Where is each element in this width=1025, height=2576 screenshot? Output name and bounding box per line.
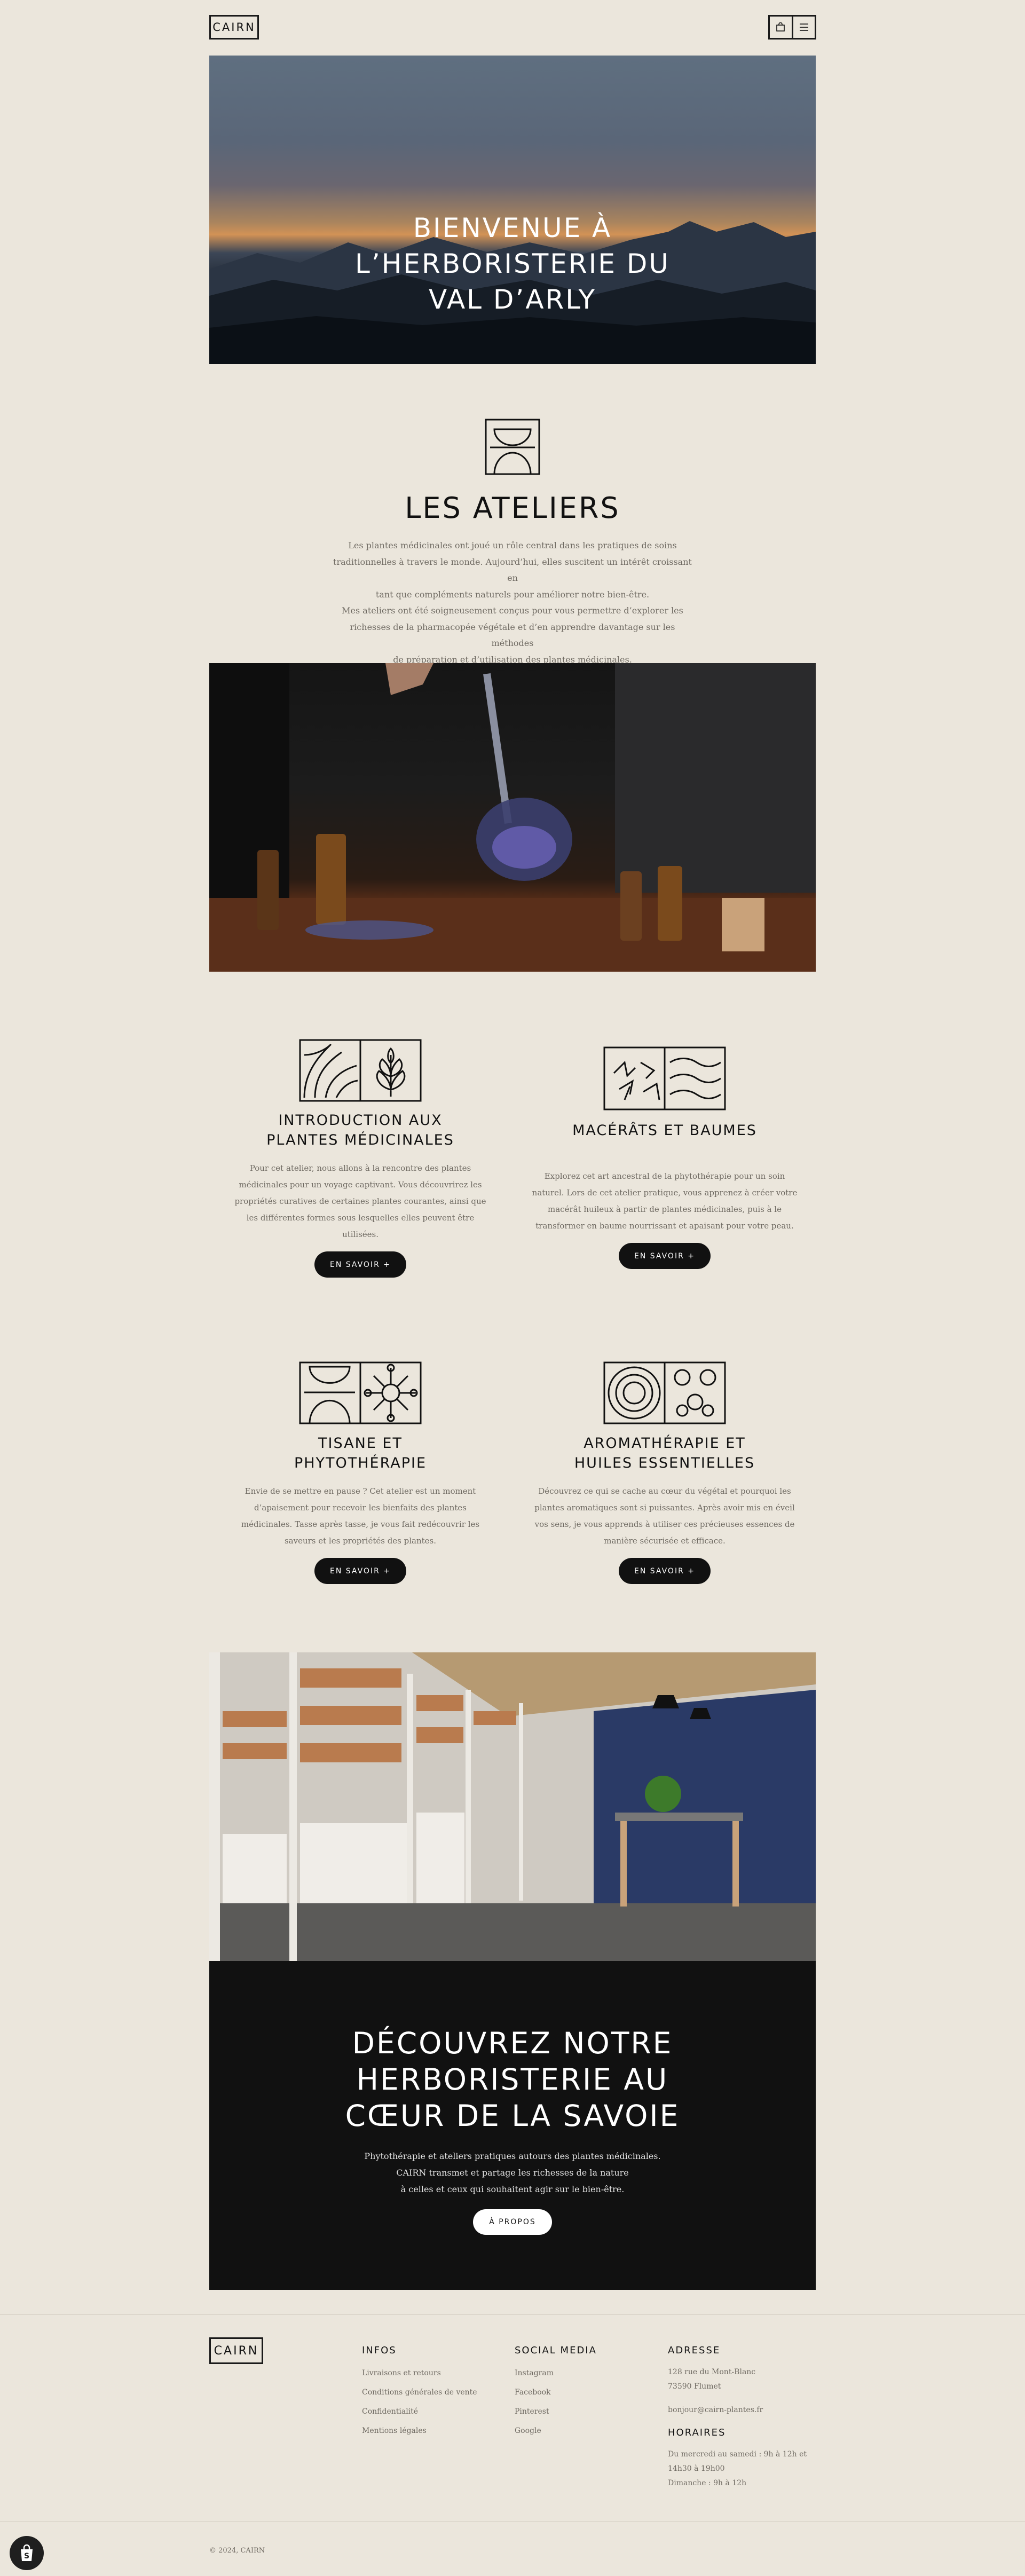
- section-title: LES ATELIERS: [405, 491, 620, 525]
- workshop-title-line: HUILES ESSENTIELLES: [574, 1455, 755, 1471]
- footer-link[interactable]: Conditions générales de vente: [362, 2388, 477, 2397]
- workshop-title-line: INTRODUCTION AUX: [278, 1112, 443, 1129]
- intro-line: Mes ateliers ont été soigneusement conçu…: [342, 605, 683, 616]
- discover-section: DÉCOUVREZ NOTRE HERBORISTERIE AU CŒUR DE…: [209, 1961, 816, 2290]
- bag-icon: [776, 22, 785, 31]
- description-line: transformer en baume nourrissant et apai…: [535, 1221, 794, 1231]
- discover-title-line: CŒUR DE LA SAVOIE: [345, 2099, 680, 2133]
- menu-button[interactable]: [791, 17, 815, 38]
- description-line: vos sens, je vous apprends à utiliser ce…: [534, 1519, 795, 1529]
- footer-divider: [0, 2314, 1025, 2315]
- social-link-google[interactable]: Google: [515, 2427, 541, 2435]
- hero-mountains-image: [209, 221, 816, 364]
- social-link-pinterest[interactable]: Pinterest: [515, 2407, 549, 2416]
- intro-line: traditionnelles à travers le monde. Aujo…: [333, 556, 692, 584]
- learn-more-button[interactable]: EN SAVOIR +: [314, 1558, 406, 1584]
- footer-heading-address: ADRESSE: [668, 2345, 721, 2356]
- learn-more-button[interactable]: EN SAVOIR +: [619, 1243, 711, 1269]
- description-line: plantes aromatiques sont si puissantes. …: [534, 1503, 795, 1512]
- workshop-title-line: TISANE ET: [318, 1435, 403, 1452]
- laboratory-photo: [209, 663, 816, 972]
- copyright: © 2024, CAIRN: [209, 2547, 265, 2555]
- discover-title-line: HERBORISTERIE AU: [356, 2062, 669, 2097]
- discover-description: Phytothérapie et ateliers pratiques auto…: [209, 2148, 816, 2197]
- mortar-icon: [485, 419, 540, 475]
- description-line: Pour cet atelier, nous allons à la renco…: [249, 1163, 471, 1173]
- shopping-bag-icon: S: [21, 2544, 33, 2561]
- learn-more-button[interactable]: EN SAVOIR +: [314, 1251, 406, 1278]
- footer-heading-social: SOCIAL MEDIA: [515, 2345, 597, 2356]
- workshop-title: INTRODUCTION AUX PLANTES MÉDICINALES: [209, 1110, 511, 1150]
- footer-address: 128 rue du Mont-Blanc 73590 Flumet: [668, 2365, 755, 2394]
- ateliers-intro: Les plantes médicinales ont joué un rôle…: [331, 538, 694, 668]
- workshop-title-line: PHYTOTHÉRAPIE: [294, 1455, 427, 1471]
- description-line: médicinales. Tasse après tasse, je vous …: [241, 1519, 480, 1529]
- footer-bottom-divider: [0, 2521, 1025, 2522]
- herbs-waves-icon: [603, 1046, 726, 1110]
- essential-oils-icon: [603, 1361, 726, 1424]
- social-link-instagram[interactable]: Instagram: [515, 2369, 554, 2377]
- learn-more-button[interactable]: EN SAVOIR +: [619, 1558, 711, 1584]
- social-link-facebook[interactable]: Facebook: [515, 2388, 551, 2397]
- description-line: les différentes formes sous lesquelles e…: [246, 1213, 475, 1223]
- description-line: naturel. Lors de cet atelier pratique, v…: [532, 1188, 798, 1198]
- shop-app-button[interactable]: S: [10, 2536, 44, 2570]
- discover-title: DÉCOUVREZ NOTRE HERBORISTERIE AU CŒUR DE…: [209, 2025, 816, 2134]
- footer-link[interactable]: Livraisons et retours: [362, 2369, 441, 2377]
- workshop-description: Envie de se mettre en pause ? Cet atelie…: [209, 1483, 511, 1549]
- discover-title-line: DÉCOUVREZ NOTRE: [352, 2026, 673, 2060]
- workshop-description: Pour cet atelier, nous allons à la renco…: [209, 1160, 511, 1243]
- menu-icon: [799, 23, 808, 31]
- discover-line: à celles et ceux qui souhaitent agir sur…: [400, 2184, 625, 2194]
- hero-title: BIENVENUE À L’HERBORISTERIE DU VAL D’ARL…: [209, 210, 816, 318]
- cart-button[interactable]: [770, 17, 792, 38]
- workshop-title: AROMATHÉRAPIE ET HUILES ESSENTIELLES: [514, 1433, 816, 1473]
- footer-heading-infos: INFOS: [362, 2345, 397, 2356]
- description-line: Envie de se mettre en pause ? Cet atelie…: [245, 1486, 476, 1496]
- header-actions: [768, 15, 816, 40]
- description-line: Découvrez ce qui se cache au cœur du vég…: [538, 1486, 791, 1496]
- shop-interior-photo: [209, 1652, 816, 1961]
- workshop-title-line: PLANTES MÉDICINALES: [266, 1132, 454, 1148]
- description-line: saveurs et les propriétés des plantes.: [284, 1536, 437, 1546]
- description-line: médicinales pour un voyage captivant. Vo…: [239, 1180, 482, 1189]
- description-line: macérât huileux à partir de plantes médi…: [548, 1204, 782, 1214]
- intro-line: tant que compléments naturels pour améli…: [375, 589, 650, 600]
- workshop-title-line: MACÉRÂTS ET BAUMES: [572, 1122, 757, 1139]
- hero-title-line: VAL D’ARLY: [428, 284, 597, 315]
- footer-logo[interactable]: CAIRN: [209, 2337, 263, 2364]
- svg-text:S: S: [24, 2552, 29, 2561]
- workshop-title: TISANE ET PHYTOTHÉRAPIE: [209, 1433, 511, 1473]
- discover-line: CAIRN transmet et partage les richesses …: [396, 2168, 629, 2178]
- description-line: Explorez cet art ancestral de la phytoth…: [544, 1171, 785, 1181]
- address-line: 128 rue du Mont-Blanc: [668, 2368, 756, 2376]
- plants-icon: [299, 1039, 422, 1102]
- footer-email-link[interactable]: bonjour@cairn-plantes.fr: [668, 2406, 763, 2414]
- about-button[interactable]: À PROPOS: [473, 2209, 552, 2235]
- workshop-title-line: AROMATHÉRAPIE ET: [584, 1435, 746, 1452]
- hero-banner: BIENVENUE À L’HERBORISTERIE DU VAL D’ARL…: [209, 56, 816, 364]
- hours-line: Du mercredi au samedi : 9h à 12h et: [668, 2450, 807, 2459]
- discover-line: Phytothérapie et ateliers pratiques auto…: [364, 2151, 661, 2161]
- footer-link[interactable]: Mentions légales: [362, 2427, 427, 2435]
- footer-link[interactable]: Confidentialité: [362, 2407, 418, 2416]
- description-line: utilisées.: [342, 1230, 379, 1239]
- description-line: propriétés curatives de certaines plante…: [234, 1196, 486, 1206]
- workshop-title: MACÉRÂTS ET BAUMES: [514, 1121, 816, 1140]
- description-line: d’apaisement pour recevoir les bienfaits…: [254, 1503, 467, 1512]
- workshop-description: Explorez cet art ancestral de la phytoth…: [514, 1168, 816, 1234]
- intro-line: richesses de la pharmacopée végétale et …: [350, 621, 675, 649]
- hours-line: 14h30 à 19h00: [668, 2464, 725, 2473]
- address-line: 73590 Flumet: [668, 2382, 721, 2391]
- footer-heading-hours: HORAIRES: [668, 2427, 726, 2438]
- description-line: manière sécurisée et efficace.: [604, 1536, 726, 1546]
- hero-title-line: BIENVENUE À: [413, 212, 612, 243]
- footer-hours: Du mercredi au samedi : 9h à 12h et 14h3…: [668, 2447, 807, 2491]
- site-logo[interactable]: CAIRN: [209, 15, 259, 40]
- intro-line: Les plantes médicinales ont joué un rôle…: [348, 540, 677, 550]
- hours-line: Dimanche : 9h à 12h: [668, 2479, 747, 2487]
- tea-bowl-icon: [299, 1361, 422, 1424]
- hero-title-line: L’HERBORISTERIE DU: [355, 248, 670, 279]
- workshop-description: Découvrez ce qui se cache au cœur du vég…: [514, 1483, 816, 1549]
